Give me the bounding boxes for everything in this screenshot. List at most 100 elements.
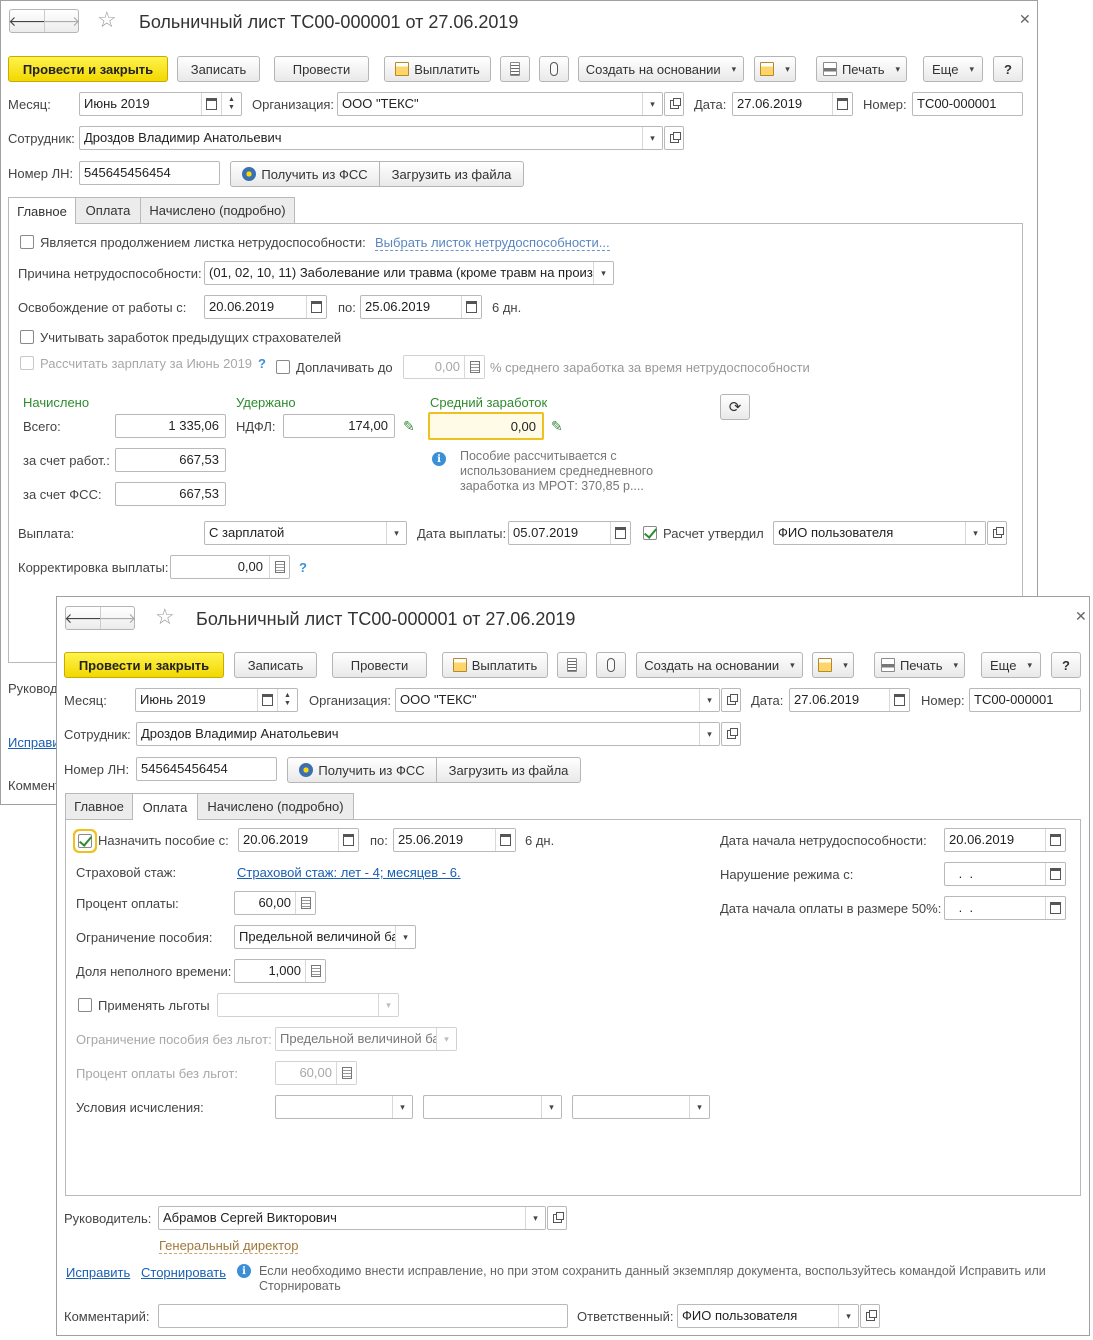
prev-insurers-checkbox[interactable] <box>20 330 34 344</box>
chevron-down-icon[interactable]: ▾ <box>395 926 415 948</box>
ln-field[interactable]: 545645456454 <box>79 161 220 185</box>
save-button[interactable]: Записать <box>234 652 317 678</box>
open-icon[interactable] <box>664 92 684 116</box>
tab-main[interactable]: Главное <box>65 793 133 819</box>
open-icon[interactable] <box>987 521 1007 545</box>
chevron-down-icon[interactable]: ▾ <box>541 1096 561 1118</box>
half-payment-field[interactable]: . . <box>944 896 1066 920</box>
continuation-checkbox[interactable] <box>20 235 34 249</box>
post-and-close-button[interactable]: Провести и закрыть <box>64 652 224 678</box>
month-field[interactable]: Июнь 2019 ▲ ▼ <box>135 688 298 712</box>
refresh-button[interactable]: ⟳ <box>720 394 750 420</box>
help-button[interactable]: ? <box>1051 652 1081 678</box>
reports-button[interactable] <box>812 652 854 678</box>
chevron-down-icon[interactable]: ▾ <box>525 1207 545 1229</box>
tab-payment[interactable]: Оплата <box>132 793 198 820</box>
calculator-icon[interactable] <box>295 892 315 914</box>
spin-icon[interactable]: ▲ ▼ <box>277 689 297 711</box>
responsible-field[interactable]: ФИО пользователя ▾ <box>677 1304 859 1328</box>
employer-field[interactable]: 667,53 <box>115 448 226 472</box>
employee-field[interactable]: Дроздов Владимир Анатольевич ▾ <box>79 126 663 150</box>
open-icon[interactable] <box>547 1206 567 1230</box>
chevron-down-icon[interactable]: ▾ <box>838 1305 858 1327</box>
calendar-icon[interactable] <box>306 296 326 318</box>
post-button[interactable]: Провести <box>332 652 427 678</box>
chevron-down-icon[interactable]: ▾ <box>386 522 406 544</box>
calc-condition-1[interactable]: ▾ <box>275 1095 413 1119</box>
calendar-icon[interactable] <box>1045 863 1065 885</box>
pay-button[interactable]: Выплатить <box>384 56 491 82</box>
back-arrow-icon[interactable]: 🡐 <box>8 10 46 32</box>
pencil-icon[interactable]: ✎ <box>403 418 415 435</box>
forward-arrow-icon[interactable]: 🡒 <box>43 10 80 32</box>
chevron-down-icon[interactable]: ▾ <box>642 93 662 115</box>
org-field[interactable]: ООО "ТЕКС" ▾ <box>337 92 663 116</box>
number-field[interactable]: ТС00-000001 <box>969 688 1081 712</box>
calculator-icon[interactable] <box>305 960 325 982</box>
calculator-icon[interactable] <box>269 556 289 578</box>
approved-field[interactable]: ФИО пользователя ▾ <box>773 521 986 545</box>
close-icon[interactable]: ✕ <box>1019 11 1031 28</box>
chevron-down-icon[interactable]: ▾ <box>642 127 662 149</box>
part-time-field[interactable]: 1,000 <box>234 959 326 983</box>
favorite-star-icon[interactable]: ☆ <box>155 604 175 630</box>
close-icon[interactable]: ✕ <box>1075 608 1087 625</box>
get-from-fss-button[interactable]: Получить из ФСС <box>287 757 437 783</box>
more-button[interactable]: Еще <box>981 652 1041 678</box>
pencil-icon[interactable]: ✎ <box>551 418 563 435</box>
open-icon[interactable] <box>721 722 741 746</box>
fix-link-cut[interactable]: Исправи <box>8 735 60 750</box>
calendar-icon[interactable] <box>495 829 515 851</box>
choose-sheet-link[interactable]: Выбрать листок нетрудоспособности... <box>375 235 610 251</box>
payment-percent-field[interactable]: 60,00 <box>234 891 316 915</box>
open-icon[interactable] <box>664 126 684 150</box>
load-from-file-button[interactable]: Загрузить из файла <box>436 757 581 783</box>
open-icon[interactable] <box>721 688 741 712</box>
payment-field[interactable]: С зарплатой ▾ <box>204 521 407 545</box>
calendar-icon[interactable] <box>201 93 221 115</box>
assign-to-field[interactable]: 25.06.2019 <box>393 828 516 852</box>
back-arrow-icon[interactable]: 🡐 <box>64 607 102 629</box>
save-button[interactable]: Записать <box>177 56 260 82</box>
correction-field[interactable]: 0,00 <box>170 555 290 579</box>
tab-accrued-detail[interactable]: Начислено (подробно) <box>140 197 295 223</box>
list-button[interactable] <box>557 652 587 678</box>
tab-main[interactable]: Главное <box>8 197 76 224</box>
chevron-down-icon[interactable]: ▾ <box>392 1096 412 1118</box>
calc-condition-3[interactable]: ▾ <box>572 1095 710 1119</box>
org-field[interactable]: ООО "ТЕКС" ▾ <box>395 688 720 712</box>
chevron-down-icon[interactable]: ▾ <box>593 262 613 284</box>
favorite-star-icon[interactable]: ☆ <box>97 7 117 33</box>
pay-up-to-checkbox[interactable] <box>276 360 290 374</box>
benefit-limit-field[interactable]: Предельной величиной ба ▾ <box>234 925 416 949</box>
approved-checkbox[interactable] <box>643 526 657 540</box>
print-button[interactable]: Печать <box>874 652 965 678</box>
get-from-fss-button[interactable]: Получить из ФСС <box>230 161 380 187</box>
employee-field[interactable]: Дроздов Владимир Анатольевич ▾ <box>136 722 720 746</box>
chevron-down-icon[interactable]: ▾ <box>699 723 719 745</box>
calendar-icon[interactable] <box>338 829 358 851</box>
pay-date-field[interactable]: 05.07.2019 <box>508 521 631 545</box>
load-from-file-button[interactable]: Загрузить из файла <box>379 161 524 187</box>
chevron-down-icon[interactable]: ▾ <box>699 689 719 711</box>
help-question-icon[interactable]: ? <box>299 560 307 575</box>
attach-button[interactable] <box>539 56 569 82</box>
head-field[interactable]: Абрамов Сергей Викторович ▾ <box>158 1206 546 1230</box>
create-based-button[interactable]: Создать на основании <box>636 652 803 678</box>
tab-accrued-detail[interactable]: Начислено (подробно) <box>197 793 354 819</box>
fix-link[interactable]: Исправить <box>66 1265 130 1280</box>
print-button[interactable]: Печать <box>816 56 907 82</box>
apply-benefits-checkbox[interactable] <box>78 998 92 1012</box>
reports-button[interactable] <box>754 56 796 82</box>
create-based-button[interactable]: Создать на основании <box>578 56 744 82</box>
ln-field[interactable]: 545645456454 <box>136 757 277 781</box>
chevron-down-icon[interactable]: ▾ <box>689 1096 709 1118</box>
disability-start-field[interactable]: 20.06.2019 <box>944 828 1066 852</box>
reverse-link[interactable]: Сторнировать <box>141 1265 226 1280</box>
comment-field[interactable] <box>158 1304 568 1328</box>
calendar-icon[interactable] <box>832 93 852 115</box>
post-button[interactable]: Провести <box>274 56 369 82</box>
calc-condition-2[interactable]: ▾ <box>423 1095 562 1119</box>
assign-benefit-checkbox[interactable] <box>78 834 92 848</box>
tab-payment[interactable]: Оплата <box>75 197 141 223</box>
